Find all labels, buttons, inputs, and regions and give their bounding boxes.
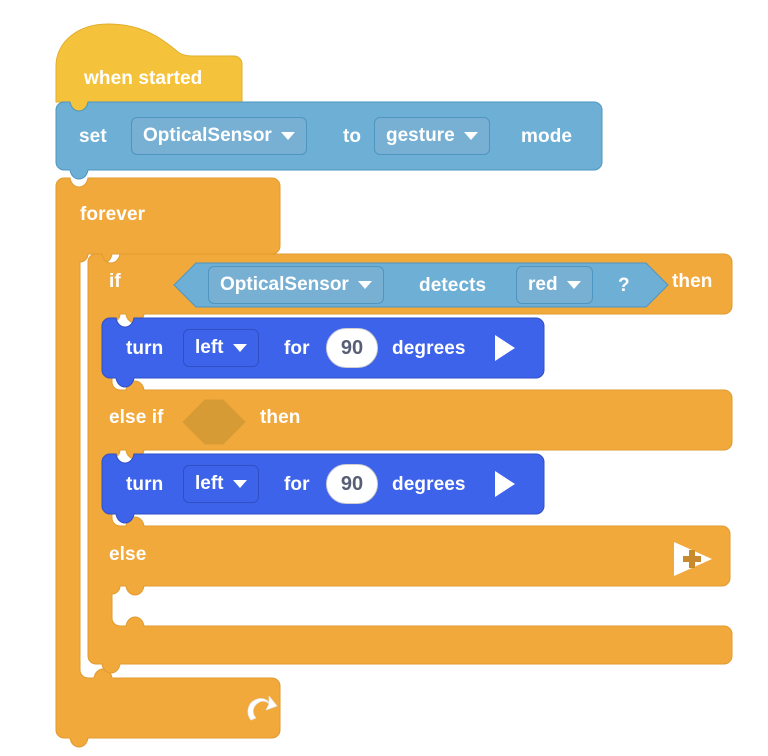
- else-if-then-keyword-label: then: [260, 407, 301, 428]
- add-branch-icon[interactable]: [672, 540, 714, 578]
- turn-direction-dropdown-1[interactable]: left: [183, 329, 259, 367]
- optical-sensor-device-value: OpticalSensor: [143, 125, 272, 146]
- turn-for-label-1: for: [284, 338, 310, 359]
- forever-label: forever: [80, 204, 146, 225]
- turn-degrees-input-1[interactable]: 90: [326, 328, 378, 368]
- else-keyword-label: else: [109, 544, 147, 565]
- empty-condition-slot[interactable]: [182, 399, 246, 445]
- play-triangle-icon[interactable]: [495, 335, 515, 361]
- turn-direction-value-1: left: [195, 337, 224, 358]
- if-then-keyword-label: then: [672, 271, 713, 292]
- turn-keyword-label-2: turn: [126, 474, 164, 495]
- play-triangle-icon[interactable]: [495, 471, 515, 497]
- turn-direction-dropdown-2[interactable]: left: [183, 465, 259, 503]
- chevron-down-icon: [566, 281, 581, 289]
- chevron-down-icon: [232, 344, 247, 352]
- empty-hexagon-shape: [182, 399, 246, 445]
- turn-keyword-label-1: turn: [126, 338, 164, 359]
- turn-for-label-2: for: [284, 474, 310, 495]
- turn-block-1[interactable]: turn left for 90 degrees: [101, 317, 545, 388]
- sensor-mode-dropdown[interactable]: gesture: [374, 117, 490, 155]
- set-to-label: to: [343, 126, 362, 147]
- condition-question-mark: ?: [618, 275, 630, 296]
- turn-degrees-input-2[interactable]: 90: [326, 464, 378, 504]
- detects-keyword-label: detects: [419, 275, 487, 296]
- sensor-mode-value: gesture: [386, 125, 455, 146]
- chevron-down-icon: [280, 132, 295, 140]
- turn-block-2[interactable]: turn left for 90 degrees: [101, 453, 545, 524]
- turn-block-2-shape: [101, 453, 545, 524]
- if-else-if-else-block[interactable]: if OpticalSensor detects red ? then turn…: [87, 253, 734, 674]
- if-keyword-label: if: [109, 271, 121, 292]
- condition-device-dropdown[interactable]: OpticalSensor: [208, 266, 384, 304]
- set-mode-block[interactable]: set OpticalSensor to gesture mode: [55, 101, 603, 180]
- loop-arrow-icon: [244, 690, 278, 726]
- blocks-workspace[interactable]: when started set OpticalSensor to gestur…: [0, 0, 768, 756]
- condition-color-dropdown[interactable]: red: [516, 266, 593, 304]
- turn-unit-label-1: degrees: [392, 338, 466, 359]
- optical-sensor-detects-condition[interactable]: OpticalSensor detects red ?: [173, 262, 669, 308]
- else-if-keyword-label: else if: [109, 407, 164, 428]
- chevron-down-icon: [463, 132, 478, 140]
- optical-sensor-device-dropdown[interactable]: OpticalSensor: [131, 117, 307, 155]
- when-started-label: when started: [84, 68, 203, 89]
- set-mode-suffix-label: mode: [521, 126, 573, 147]
- turn-block-1-shape: [101, 317, 545, 388]
- chevron-down-icon: [357, 281, 372, 289]
- condition-device-value: OpticalSensor: [220, 274, 349, 295]
- condition-color-value: red: [528, 274, 558, 295]
- turn-degrees-value-2: 90: [340, 472, 364, 495]
- turn-degrees-value-1: 90: [340, 336, 364, 359]
- set-keyword-label: set: [79, 126, 107, 147]
- turn-direction-value-2: left: [195, 473, 224, 494]
- chevron-down-icon: [232, 480, 247, 488]
- turn-unit-label-2: degrees: [392, 474, 466, 495]
